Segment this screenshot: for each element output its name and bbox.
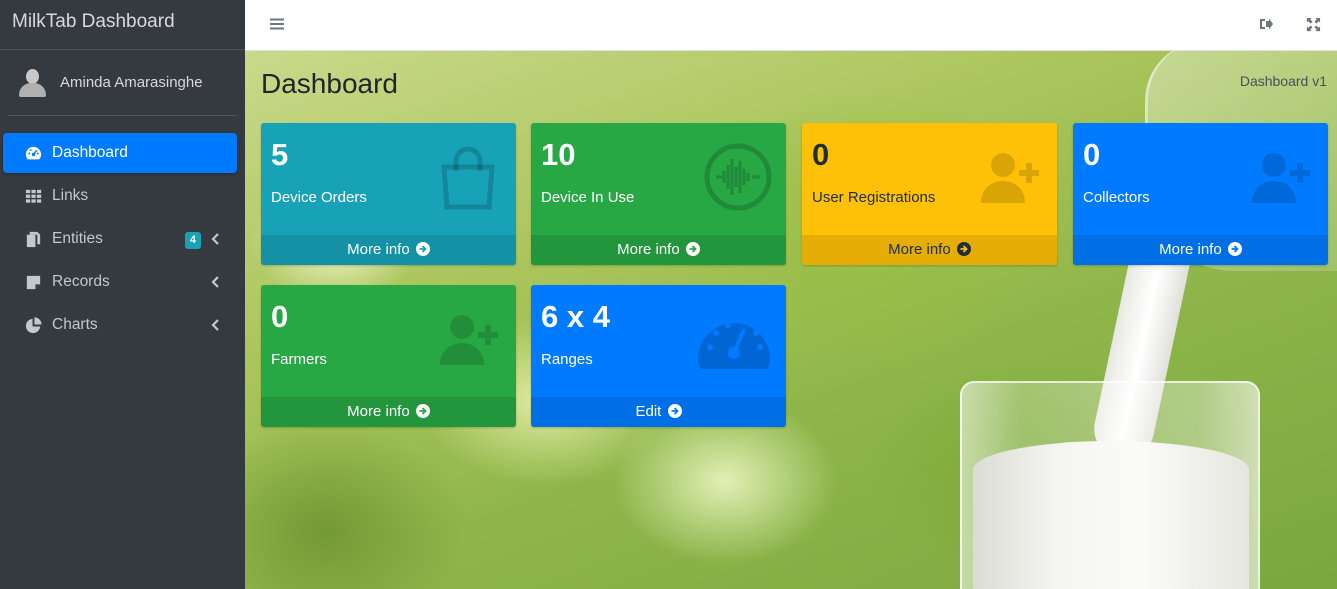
arrow-circle-right-icon <box>415 242 430 256</box>
sidebar: MilkTab Dashboard Aminda Amarasinghe Das… <box>0 0 245 589</box>
card-label: Device In Use <box>541 189 635 206</box>
copy-icon <box>23 229 43 249</box>
fullscreen-icon[interactable] <box>1303 14 1323 34</box>
sidebar-item-label: Charts <box>52 316 98 333</box>
more-info-link[interactable]: More info <box>531 235 786 265</box>
tachometer-icon <box>23 143 43 163</box>
arrow-circle-right-icon <box>956 242 971 256</box>
grid-icon <box>23 186 43 206</box>
sidebar-item-links[interactable]: Links <box>3 176 237 216</box>
chevron-left-icon <box>211 319 219 331</box>
menu-toggle-icon[interactable] <box>267 14 287 34</box>
arrow-circle-right-icon <box>1227 242 1242 256</box>
card-user-registrations: 0 User Registrations More info <box>802 123 1057 265</box>
card-value: 5 <box>271 137 289 172</box>
card-collectors: 0 Collectors More info <box>1073 123 1328 265</box>
sticky-note-icon <box>23 272 43 292</box>
edit-link[interactable]: Edit <box>531 397 786 427</box>
sidebar-item-label: Dashboard <box>52 144 128 161</box>
user-panel[interactable]: Aminda Amarasinghe <box>8 50 237 116</box>
card-label: User Registrations <box>812 189 936 206</box>
footer-label: Edit <box>635 403 662 420</box>
sidebar-item-label: Entities <box>52 230 103 247</box>
brand-title[interactable]: MilkTab Dashboard <box>0 0 245 50</box>
card-label: Ranges <box>541 351 593 368</box>
user-plus-icon <box>981 153 1039 203</box>
chevron-left-icon <box>211 276 219 288</box>
footer-label: More info <box>617 241 680 258</box>
card-ranges: 6 x 4 Ranges Edit <box>531 285 786 427</box>
card-label: Farmers <box>271 351 327 368</box>
card-value: 0 <box>1083 137 1101 172</box>
top-navbar <box>245 0 1337 51</box>
background-milk <box>973 441 1249 589</box>
user-name[interactable]: Aminda Amarasinghe <box>60 74 203 91</box>
logout-icon[interactable] <box>1256 14 1276 34</box>
pie-chart-icon <box>23 315 43 335</box>
chevron-left-icon <box>211 233 219 245</box>
user-plus-icon <box>1252 153 1310 203</box>
arrow-circle-right-icon <box>415 404 430 418</box>
card-value: 10 <box>541 137 576 172</box>
gauge-icon <box>698 322 770 369</box>
entities-badge: 4 <box>184 232 201 249</box>
avatar <box>18 68 46 97</box>
card-farmers: 0 Farmers More info <box>261 285 516 427</box>
sidebar-item-records[interactable]: Records <box>3 262 237 302</box>
more-info-link[interactable]: More info <box>261 235 516 265</box>
card-label: Device Orders <box>271 189 367 206</box>
waveform-icon <box>704 143 772 211</box>
user-plus-icon <box>440 315 498 365</box>
arrow-circle-right-icon <box>685 242 700 256</box>
more-info-link[interactable]: More info <box>1073 235 1328 265</box>
sidebar-item-label: Links <box>52 187 89 204</box>
content-area: Dashboard Dashboard v1 5 Device Orders M… <box>245 51 1337 589</box>
sidebar-item-label: Records <box>52 273 110 290</box>
footer-label: More info <box>347 241 410 258</box>
sidebar-nav: Dashboard Links Entities 4 Records Chart… <box>0 133 245 345</box>
card-device-orders: 5 Device Orders More info <box>261 123 516 265</box>
sidebar-item-dashboard[interactable]: Dashboard <box>3 133 237 173</box>
shopping-bag-icon <box>441 146 495 210</box>
sidebar-item-entities[interactable]: Entities 4 <box>3 219 237 259</box>
page-title: Dashboard <box>261 68 398 99</box>
card-label: Collectors <box>1083 189 1150 206</box>
sidebar-item-charts[interactable]: Charts <box>3 305 237 345</box>
breadcrumb[interactable]: Dashboard v1 <box>1240 73 1327 89</box>
card-device-in-use: 10 Device In Use More info <box>531 123 786 265</box>
footer-label: More info <box>1159 241 1222 258</box>
footer-label: More info <box>888 241 951 258</box>
card-value: 0 <box>271 299 289 334</box>
card-value: 0 <box>812 137 830 172</box>
arrow-circle-right-icon <box>667 404 682 418</box>
footer-label: More info <box>347 403 410 420</box>
more-info-link[interactable]: More info <box>261 397 516 427</box>
more-info-link[interactable]: More info <box>802 235 1057 265</box>
card-value: 6 x 4 <box>541 299 610 334</box>
